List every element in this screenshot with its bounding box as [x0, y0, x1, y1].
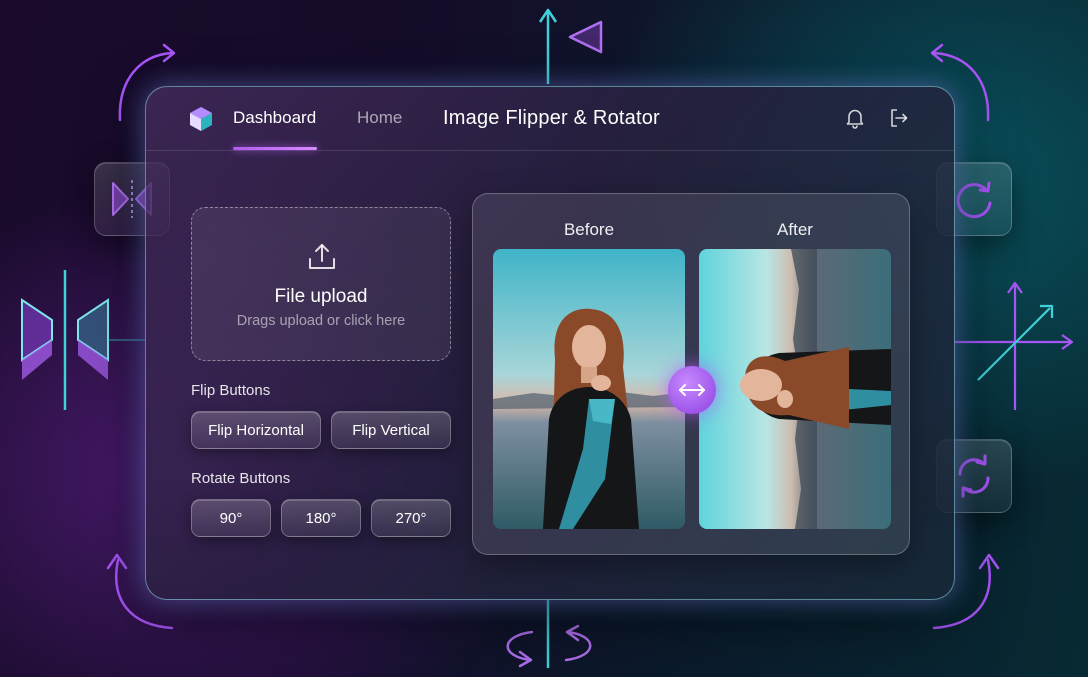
after-image [699, 249, 891, 529]
notifications-button[interactable] [844, 107, 866, 129]
logout-button[interactable] [888, 107, 910, 129]
upload-icon [309, 244, 335, 269]
refresh-icon [958, 454, 990, 498]
nav-home[interactable]: Home [357, 108, 402, 128]
axes-icon [955, 281, 1074, 410]
before-label: Before [563, 220, 615, 239]
rotate-180-button[interactable]: 180° [281, 499, 361, 537]
mirror-flip-icon [21, 270, 145, 410]
app-title: Image Flipper & Rotator [443, 107, 660, 129]
nav-active-indicator [233, 147, 317, 150]
triangle-icon [568, 20, 603, 54]
flip-section-label: Flip Buttons [191, 382, 271, 399]
before-image [493, 249, 685, 529]
bell-icon [846, 109, 864, 129]
app-logo-icon [190, 107, 212, 131]
rotate-270-button[interactable]: 270° [371, 499, 451, 537]
top-nav-bar: Dashboard Home Image Flipper & Rotator [146, 87, 954, 151]
upload-title: File upload [274, 286, 368, 307]
portrait-photo [493, 249, 685, 529]
preview-panel: Before After [472, 193, 910, 555]
upload-subtitle: Drags upload or click here [236, 313, 406, 329]
compare-swap-button[interactable] [668, 366, 716, 414]
flip-horizontal-button[interactable]: Flip Horizontal [191, 411, 321, 449]
file-upload-dropzone[interactable]: File upload Drags upload or click here [191, 207, 451, 361]
flip-vertical-button[interactable]: Flip Vertical [331, 411, 451, 449]
nav-dashboard[interactable]: Dashboard [233, 108, 316, 128]
rotate-90-button[interactable]: 90° [191, 499, 271, 537]
logout-icon [891, 109, 908, 127]
rotate-clockwise-icon [956, 181, 992, 219]
rotate-loop-icon [506, 630, 534, 662]
rotate-section-label: Rotate Buttons [191, 470, 291, 487]
app-window: Dashboard Home Image Flipper & Rotator F… [145, 86, 955, 600]
rotated-portrait-photo [699, 249, 891, 529]
swap-arrows-icon [679, 384, 705, 396]
after-label: After [777, 220, 813, 239]
